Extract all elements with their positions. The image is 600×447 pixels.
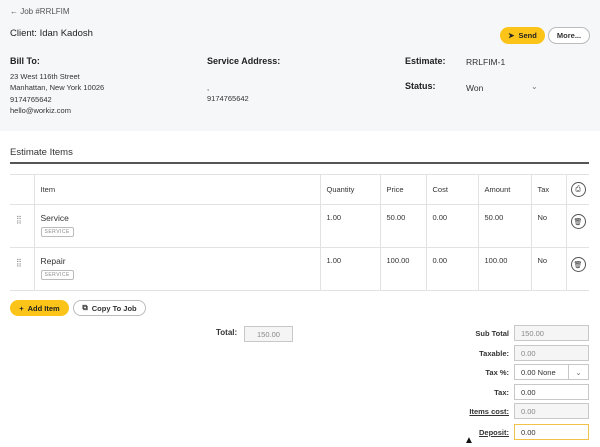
status-label: Status: [405, 81, 436, 91]
quantity-cell[interactable]: 1.00 [319, 247, 380, 291]
service-address-phone: 9174765642 [207, 94, 249, 104]
total-field: 150.00 [244, 326, 293, 342]
tax-label: Tax: [494, 388, 509, 397]
item-cell[interactable]: Service SERVICE [33, 204, 320, 248]
estimate-items-title: Estimate Items [10, 147, 73, 158]
cost-cell[interactable]: 0.00 [425, 204, 478, 248]
trash-icon[interactable]: 🗑 [570, 214, 586, 229]
bill-to-label: Bill To: [10, 56, 40, 66]
add-item-button[interactable]: + Add Item [10, 300, 69, 316]
drag-column-header [10, 174, 34, 205]
bill-to-address: 23 West 116th Street Manhattan, New York… [10, 71, 104, 116]
deposit-field[interactable]: 0.00 [514, 424, 589, 440]
item-name[interactable]: Service [41, 213, 320, 223]
chevron-down-icon[interactable]: ⌄ [568, 365, 588, 379]
service-address-label: Service Address: [207, 56, 281, 66]
item-cell[interactable]: Repair SERVICE [33, 247, 320, 291]
amount-cell[interactable]: 50.00 [477, 204, 531, 248]
deposit-label[interactable]: Deposit: [479, 428, 509, 437]
item-name[interactable]: Repair [41, 256, 320, 266]
printer-icon[interactable]: ⎙ [570, 182, 586, 197]
chevron-down-icon[interactable]: ⌄ [531, 82, 538, 91]
table-row: ⣿ Service SERVICE 1.00 50.00 0.00 50.00 … [10, 204, 589, 248]
tax-cell[interactable]: No [530, 247, 566, 291]
drag-handle-icon[interactable]: ⣿ [10, 204, 34, 248]
add-item-label: Add Item [27, 303, 60, 313]
sub-total-field: 150.00 [514, 325, 589, 341]
column-header-item: Item [33, 174, 320, 205]
send-label: Send [518, 31, 537, 40]
service-address: , 9174765642 [207, 82, 249, 105]
column-settings[interactable]: ⎙ [565, 174, 589, 205]
send-button[interactable]: ➤ Send [500, 27, 545, 44]
bill-to-line: Manhattan, New York 10026 [10, 83, 105, 93]
copy-to-job-button[interactable]: ⧉ Copy To Job [73, 300, 146, 316]
send-icon: ➤ [508, 31, 515, 40]
bill-to-line: 9174765642 [10, 94, 52, 104]
trash-icon[interactable]: 🗑 [570, 257, 586, 272]
column-header-tax: Tax [530, 174, 566, 205]
tax-cell[interactable]: No [530, 204, 566, 248]
items-cost-field: 0.00 [514, 403, 589, 419]
copy-icon: ⧉ [82, 303, 88, 312]
tax-percent-label: Tax %: [485, 368, 509, 377]
tax-percent-select[interactable]: 0.00 None ⌄ [514, 364, 589, 380]
table-header-row: Item Quantity Price Cost Amount Tax ⎙ [10, 174, 589, 205]
tax-percent-value: 0.00 None [521, 367, 556, 377]
column-header-amount: Amount [477, 174, 531, 205]
client-name: Client: Idan Kadosh [10, 28, 93, 39]
status-select[interactable]: Won [466, 83, 483, 93]
tax-field[interactable]: 0.00 [514, 384, 589, 400]
column-header-price: Price [379, 174, 426, 205]
taxable-label: Taxable: [479, 349, 509, 358]
taxable-field: 0.00 [514, 345, 589, 361]
items-cost-label[interactable]: Items cost: [469, 407, 509, 416]
drag-handle-icon[interactable]: ⣿ [10, 247, 34, 291]
cost-cell[interactable]: 0.00 [425, 247, 478, 291]
column-header-cost: Cost [425, 174, 478, 205]
copy-to-job-label: Copy To Job [91, 303, 137, 313]
table-row: ⣿ Repair SERVICE 1.00 100.00 0.00 100.00… [10, 247, 589, 291]
job-header-panel: ← Job #RRLFIM Client: Idan Kadosh ➤ Send… [0, 0, 600, 131]
item-type-tag: SERVICE [40, 270, 74, 280]
more-button[interactable]: More... [548, 27, 590, 44]
quantity-cell[interactable]: 1.00 [319, 204, 380, 248]
bill-to-line: 23 West 116th Street [10, 72, 80, 81]
mouse-cursor-icon: ▲ [464, 435, 474, 446]
item-type-tag: SERVICE [40, 227, 74, 237]
price-cell[interactable]: 50.00 [379, 204, 426, 248]
service-address-line: , [207, 83, 210, 92]
amount-cell[interactable]: 100.00 [477, 247, 531, 291]
sub-total-label: Sub Total [475, 329, 509, 338]
total-label: Total: [216, 328, 238, 337]
price-cell[interactable]: 100.00 [379, 247, 426, 291]
row-actions: 🗑 [565, 247, 589, 291]
estimate-label: Estimate: [405, 56, 446, 66]
back-link[interactable]: ← Job #RRLFIM [10, 7, 70, 16]
estimate-items-table: Item Quantity Price Cost Amount Tax ⎙ ⣿ … [10, 174, 589, 291]
column-header-quantity: Quantity [319, 174, 380, 205]
row-actions: 🗑 [565, 204, 589, 248]
plus-icon: + [19, 303, 24, 313]
section-divider [10, 162, 589, 164]
bill-to-email[interactable]: hello@workiz.com [10, 105, 104, 116]
estimate-number: RRLFIM-1 [466, 57, 506, 67]
